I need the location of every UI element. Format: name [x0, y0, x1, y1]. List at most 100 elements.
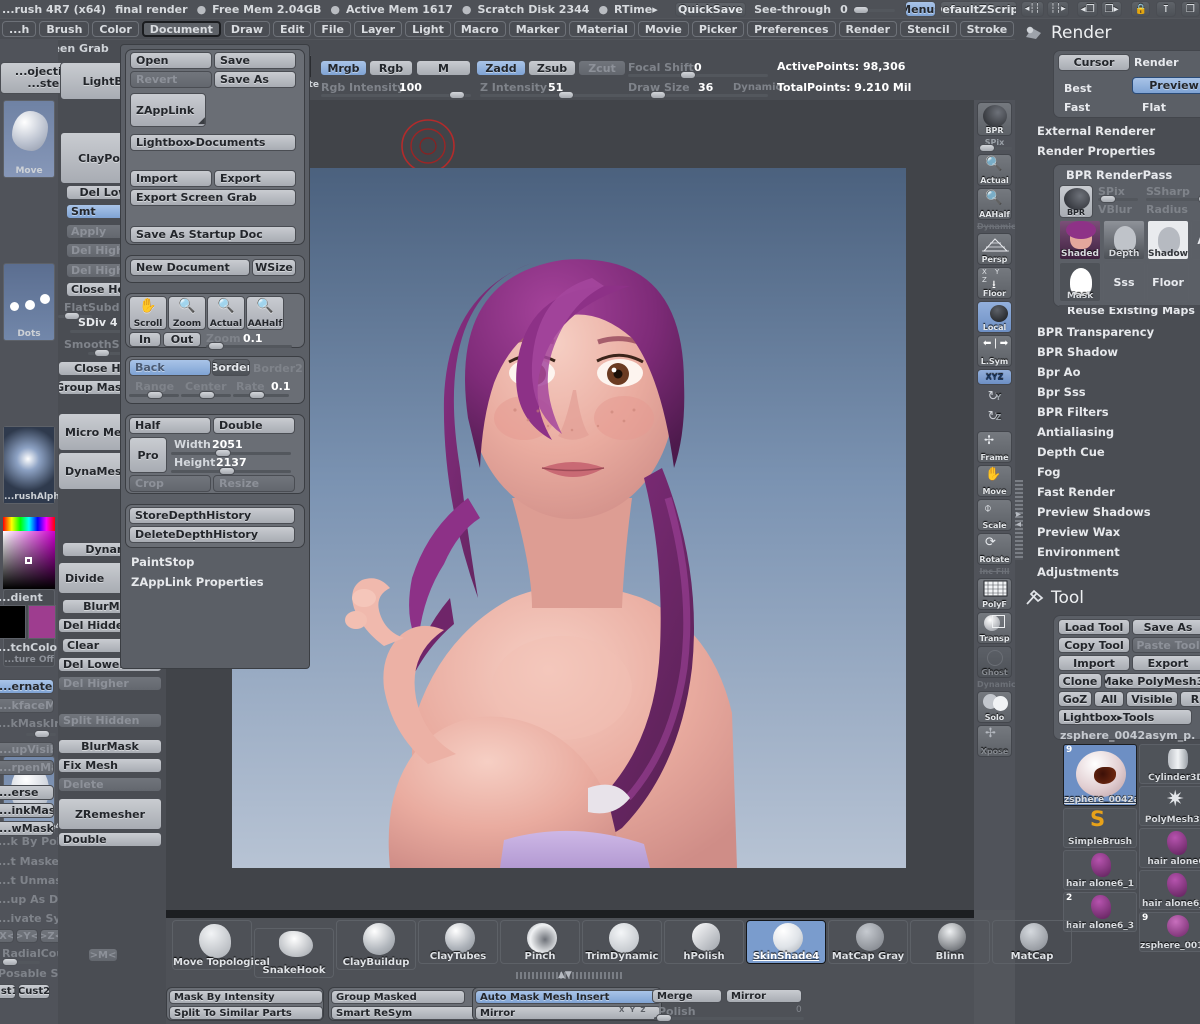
brush-cell-matcap-gray[interactable]: MatCap Gray: [828, 920, 908, 964]
section-fog[interactable]: Fog: [1015, 462, 1200, 482]
shelf-button-sharpen-mask[interactable]: ...rpenMask: [0, 760, 54, 775]
brush-cell-pinch[interactable]: Pinch: [500, 920, 580, 964]
tool-thumb-hair-alone6-3[interactable]: 2 hair alone6_3: [1063, 892, 1137, 932]
pass-ambient-occlusion-thumb[interactable]: AmO: [1191, 220, 1200, 260]
blurmask-button-2[interactable]: BlurMask: [58, 739, 162, 754]
ssharp-slider[interactable]: [1146, 195, 1200, 203]
fix-mesh-button[interactable]: Fix Mesh: [58, 758, 162, 773]
local-symmetry-button[interactable]: ⬅❘➡ L.Sym: [977, 335, 1012, 367]
zadd-button[interactable]: Zadd: [476, 60, 526, 76]
see-through-slider-knob[interactable]: [852, 5, 869, 14]
move-button[interactable]: ✋ Move: [977, 465, 1012, 497]
doc-zoom-slider-knob[interactable]: [208, 342, 224, 350]
menu-item-document[interactable]: Document: [141, 21, 221, 37]
merge-button[interactable]: Merge: [652, 989, 722, 1003]
custom1-button[interactable]: ...st1: [0, 984, 16, 999]
bpr-render-button[interactable]: BPR: [1059, 185, 1093, 218]
menu-item-brush[interactable]: Brush: [39, 21, 90, 37]
menu-item-brush-partial[interactable]: ...h: [2, 21, 37, 37]
section-bpr-ao[interactable]: Bpr Ao: [1015, 362, 1200, 382]
menu-item-file[interactable]: File: [314, 21, 351, 37]
doc-zapplink-button[interactable]: ZAppLink: [130, 93, 206, 127]
brush-cell-move-topological[interactable]: Move Topological: [172, 920, 270, 970]
pass-depth-thumb[interactable]: Depth: [1103, 220, 1145, 260]
doc-paintstop-link[interactable]: PaintStop: [121, 552, 309, 572]
section-environment[interactable]: Environment: [1015, 542, 1200, 562]
shelf-button-group-visible[interactable]: ...upVisible: [0, 742, 54, 757]
spix-slider-knob[interactable]: [979, 144, 995, 152]
mask-intensity-slider[interactable]: [26, 730, 56, 738]
make-polymesh3d-button[interactable]: Make PolyMesh3D: [1104, 673, 1200, 689]
doc-import-button[interactable]: Import: [130, 170, 212, 187]
group-masked-button[interactable]: Group Masked: [331, 990, 465, 1004]
menu-item-preferences[interactable]: Preferences: [747, 21, 836, 37]
perspective-button[interactable]: Persp: [977, 233, 1012, 265]
doc-zapplink-properties-link[interactable]: ZAppLink Properties: [121, 572, 309, 592]
radial-count-slider[interactable]: [0, 958, 40, 966]
menu-item-picker[interactable]: Picker: [691, 21, 745, 37]
smooth-subdiv-slider-knob[interactable]: [94, 349, 110, 357]
brush-swatch[interactable]: Move: [3, 100, 55, 178]
mrgb-button[interactable]: Mrgb: [320, 60, 367, 76]
see-through-slider[interactable]: [852, 5, 896, 14]
rotate-button[interactable]: ⟳ Rotate: [977, 533, 1012, 565]
bpr-sphere-icon[interactable]: BPR: [977, 102, 1012, 136]
best-label[interactable]: Best: [1064, 82, 1092, 95]
doc-center-slider[interactable]: [181, 391, 231, 399]
section-antialiasing[interactable]: Antialiasing: [1015, 422, 1200, 442]
brush-strip-collapse-icon[interactable]: ▲▼: [558, 970, 572, 980]
doc-revert-button[interactable]: Revert: [130, 71, 212, 88]
menu-item-layer[interactable]: Layer: [353, 21, 403, 37]
brush-cell-claybuildup[interactable]: ClayBuildup: [336, 920, 416, 970]
shelf-button-shrink-mask[interactable]: ...inkMask: [0, 803, 54, 818]
doc-zoom-slider[interactable]: [206, 342, 292, 350]
rgb-intensity-slider[interactable]: [321, 91, 471, 99]
rgb-button[interactable]: Rgb: [369, 60, 413, 76]
hue-strip[interactable]: [3, 517, 55, 531]
doc-center-slider-knob[interactable]: [199, 391, 215, 399]
section-preview-shadows[interactable]: Preview Shadows: [1015, 502, 1200, 522]
layout-icon[interactable]: ❐: [1180, 1, 1200, 17]
doc-in-button[interactable]: In: [129, 332, 161, 347]
symmetry-m-button[interactable]: >M<: [88, 948, 118, 962]
spix-renderpass-knob[interactable]: [1100, 195, 1116, 203]
doc-save-as-button[interactable]: Save As: [214, 71, 296, 88]
doc-store-depth-history-button[interactable]: StoreDepthHistory: [129, 507, 295, 524]
polish-slider-knob[interactable]: [656, 1014, 672, 1022]
primary-color-swatch[interactable]: [0, 605, 26, 639]
section-bpr-filters[interactable]: BPR Filters: [1015, 402, 1200, 422]
doc-crop-button[interactable]: Crop: [129, 475, 211, 492]
brush-cell-claytubes[interactable]: ClayTubes: [418, 920, 498, 964]
pass-mask-thumb[interactable]: Mask: [1059, 262, 1101, 302]
zsub-button[interactable]: Zsub: [528, 60, 576, 76]
mask-by-intensity-button[interactable]: Mask By Intensity: [169, 990, 323, 1004]
doc-out-button[interactable]: Out: [163, 332, 201, 347]
delete-button[interactable]: Delete: [58, 777, 162, 792]
spix-renderpass-slider[interactable]: [1098, 195, 1138, 203]
brush-cell-hpolish[interactable]: hPolish: [664, 920, 744, 964]
section-adjustments[interactable]: Adjustments: [1015, 562, 1200, 582]
load-tool-button[interactable]: Load Tool: [1058, 619, 1130, 635]
external-renderer-link[interactable]: External Renderer: [1015, 121, 1200, 141]
solo-button[interactable]: Solo: [977, 691, 1012, 723]
shelf-button-backface-mask[interactable]: ...kfaceMas: [0, 698, 54, 713]
smooth-subdiv-slider[interactable]: [88, 349, 122, 357]
split-to-similar-parts-button[interactable]: Split To Similar Parts: [169, 1006, 323, 1020]
doc-half-button[interactable]: Half: [129, 417, 211, 434]
stroke-swatch[interactable]: Dots: [3, 263, 55, 341]
export-tool-button[interactable]: Export: [1132, 655, 1200, 671]
shelf-button-grow-mask[interactable]: ...wMask: [0, 821, 54, 836]
document-viewport[interactable]: [232, 168, 906, 868]
del-higher-button-3[interactable]: Del Higher: [58, 676, 162, 691]
doc-range-slider[interactable]: [129, 391, 179, 399]
copy-tool-button[interactable]: Copy Tool: [1058, 637, 1130, 653]
brush-cell-skinshade4[interactable]: SkinShade4: [746, 920, 826, 964]
radial-count-slider-knob[interactable]: [2, 958, 18, 966]
render-button[interactable]: Render: [1134, 54, 1200, 71]
menu-item-macro[interactable]: Macro: [453, 21, 506, 37]
save-as-tool-button[interactable]: Save As: [1132, 619, 1200, 635]
color-field-cursor[interactable]: [25, 557, 32, 564]
import-tool-button[interactable]: Import: [1058, 655, 1130, 671]
doc-wsize-button[interactable]: WSize: [252, 259, 296, 276]
auto-mask-mesh-insert-button[interactable]: Auto Mask Mesh Insert: [475, 990, 661, 1004]
